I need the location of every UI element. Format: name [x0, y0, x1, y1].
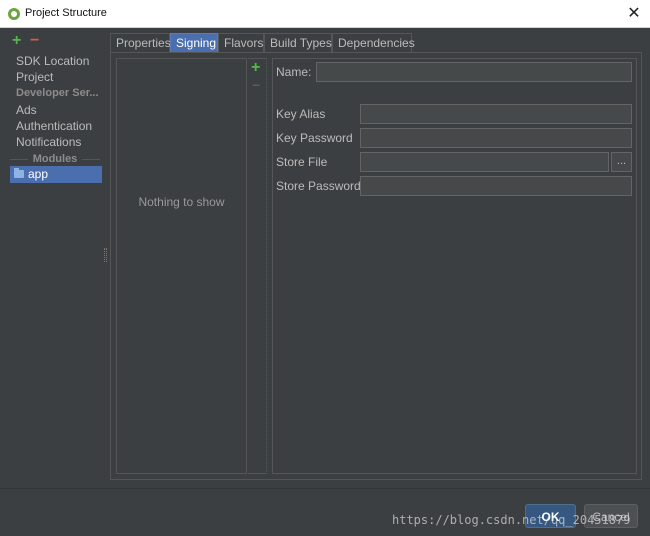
add-icon[interactable]: + [12, 32, 26, 50]
name-label: Name: [276, 65, 312, 79]
store-file-field[interactable] [360, 152, 609, 172]
signing-form: Name: Key Alias Key Password Store File … [272, 58, 637, 474]
sidebar-item-project[interactable]: Project [8, 69, 102, 85]
remove-config-icon: − [252, 77, 261, 93]
name-field[interactable] [316, 62, 632, 82]
sidebar-item-authentication[interactable]: Authentication [8, 118, 102, 134]
sidebar-header-developer-services: Developer Ser... [16, 87, 99, 99]
sidebar-item-ads[interactable]: Ads [8, 102, 102, 118]
signing-config-list[interactable]: Nothing to show [116, 58, 247, 474]
sidebar-toolbar: + − [12, 32, 44, 52]
tab-build-types[interactable]: Build Types [264, 33, 332, 52]
sidebar-splitter[interactable] [104, 248, 107, 262]
browse-button[interactable]: ... [611, 152, 632, 172]
store-file-label: Store File [276, 155, 328, 169]
sidebar-item-notifications[interactable]: Notifications [8, 134, 102, 150]
key-password-field[interactable] [360, 128, 632, 148]
key-password-label: Key Password [276, 131, 353, 145]
tab-dependencies[interactable]: Dependencies [332, 33, 415, 52]
signing-panel: Nothing to show + − Name: Key Alias Key … [110, 52, 642, 480]
sidebar-header-modules: Modules [8, 152, 102, 166]
key-alias-field[interactable] [360, 104, 632, 124]
dialog-body: + − SDK Location Project Developer Ser...… [0, 28, 650, 536]
add-config-icon[interactable]: + [251, 59, 260, 77]
title-bar: Project Structure ✕ [0, 0, 650, 28]
sidebar-item-app[interactable]: app [10, 166, 102, 183]
empty-list-text: Nothing to show [138, 195, 225, 209]
store-password-label: Store Password [276, 179, 361, 193]
sidebar-item-sdk-location[interactable]: SDK Location [8, 53, 102, 69]
tab-flavors[interactable]: Flavors [218, 33, 264, 52]
store-password-field[interactable] [360, 176, 632, 196]
key-alias-label: Key Alias [276, 107, 326, 121]
bottom-divider [0, 488, 650, 489]
ok-button[interactable]: OK [525, 504, 576, 528]
android-studio-icon [8, 8, 20, 20]
tab-properties[interactable]: Properties [110, 33, 171, 52]
remove-icon[interactable]: − [30, 32, 44, 50]
module-folder-icon [14, 168, 24, 178]
list-toolbar: + − [248, 58, 266, 474]
tab-signing[interactable]: Signing [170, 33, 218, 52]
sidebar-item-label: app [28, 167, 49, 181]
cancel-button[interactable]: Cancel [584, 504, 638, 528]
close-icon[interactable]: ✕ [624, 4, 644, 24]
panel-splitter[interactable] [266, 58, 271, 474]
sidebar: + − SDK Location Project Developer Ser...… [8, 28, 104, 480]
window-title: Project Structure [25, 7, 107, 19]
